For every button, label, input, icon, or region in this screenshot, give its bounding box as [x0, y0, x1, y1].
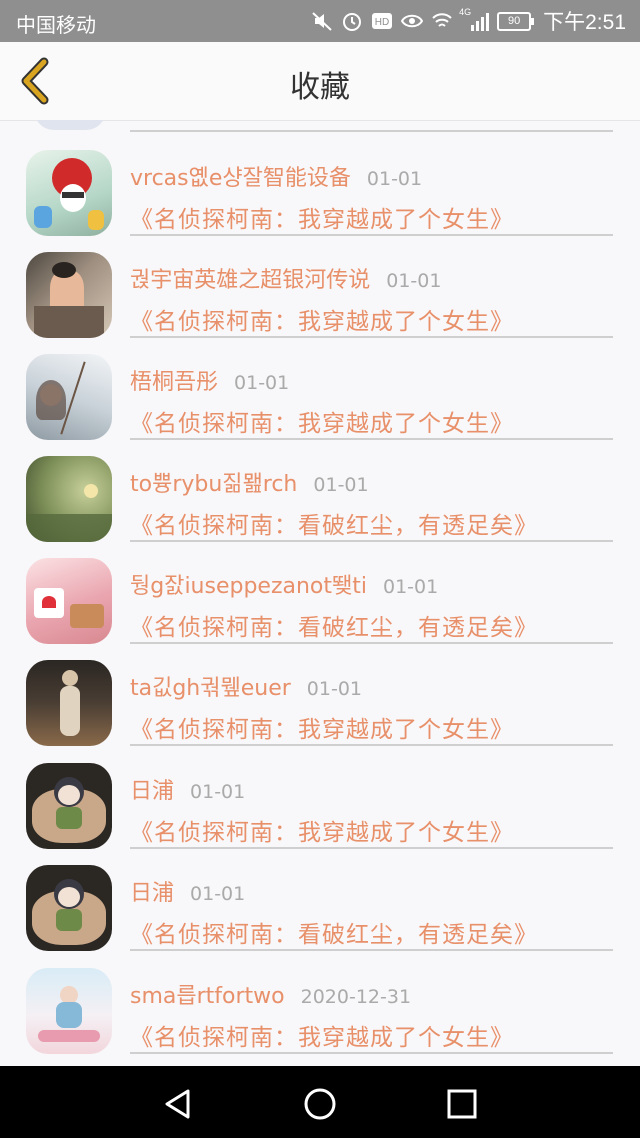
nav-recents-button[interactable]: [444, 1086, 480, 1122]
list-item[interactable]: 日浦 01-01 《名侦探柯南：我穿越成了个女生》: [0, 761, 640, 863]
date: 01-01: [306, 678, 363, 700]
divider: [130, 540, 613, 542]
favorite-header: 뒁g잜iuseppezanot뙞ti 01-01: [130, 568, 438, 600]
carrier-name: 中国移动: [16, 15, 96, 37]
favorite-header: 梧桐吾彤 01-01: [130, 364, 289, 396]
book-title[interactable]: 《名侦探柯南：我穿越成了个女生》: [130, 710, 514, 744]
avatar: [26, 252, 112, 338]
status-icons: HD 4G 90 下午2:51: [311, 6, 626, 36]
user-name: sma릅rtfortwo: [130, 984, 285, 1009]
svg-text:HD: HD: [375, 17, 389, 28]
avatar: [26, 558, 112, 644]
favorites-list[interactable]: vrcas옚e샹잘智能设备 01-01 《名侦探柯南：我穿越成了个女生》 궍宇宙英…: [0, 120, 640, 1066]
favorite-header: 궍宇宙英雄之超银河传说 01-01: [130, 262, 441, 294]
network-type-label: 4G: [459, 7, 472, 17]
book-title[interactable]: 《名侦探柯南：我穿越成了个女生》: [130, 200, 514, 234]
avatar: [26, 763, 112, 849]
divider: [130, 949, 613, 951]
book-title[interactable]: 《名侦探柯南：我穿越成了个女生》: [130, 404, 514, 438]
divider: [130, 438, 613, 440]
clock: 下午2:51: [543, 11, 626, 34]
divider: [130, 130, 613, 132]
recents-square-icon: [447, 1089, 477, 1119]
divider: [130, 847, 613, 849]
book-title[interactable]: 《名侦探柯南：我穿越成了个女生》: [130, 1018, 514, 1052]
user-name: 뒁g잜iuseppezanot뙞ti: [130, 574, 367, 599]
nav-back-button[interactable]: [160, 1086, 196, 1122]
avatar: [26, 456, 112, 542]
divider: [130, 744, 613, 746]
divider: [130, 1052, 613, 1054]
home-circle-icon: [304, 1088, 336, 1120]
list-item[interactable]: 日浦 01-01 《名侦探柯南：看破红尘，有透足矣》: [0, 863, 640, 965]
book-title[interactable]: 《名侦探柯南：我穿越成了个女生》: [130, 302, 514, 336]
book-title[interactable]: 《名侦探柯南：看破红尘，有透足矣》: [130, 608, 538, 642]
user-name: vrcas옚e샹잘智能设备: [130, 166, 351, 191]
date: 01-01: [383, 576, 439, 598]
date: 01-01: [234, 372, 290, 394]
status-bar: 中国移动 HD 4G 90 下午2:51: [0, 0, 640, 42]
list-item[interactable]: 궍宇宙英雄之超银河传说 01-01 《名侦探柯南：我穿越成了个女生》: [0, 250, 640, 352]
hd-icon: HD: [372, 13, 393, 29]
avatar: [26, 354, 112, 440]
top-app-bar: 收藏: [0, 42, 640, 121]
alarm-icon: [343, 13, 362, 31]
user-name: to쁑rybu짊뫮rch: [130, 472, 298, 497]
user-name: 日浦: [130, 881, 175, 906]
user-name: 日浦: [130, 779, 175, 804]
favorite-header: 日浦 01-01: [130, 875, 245, 907]
list-item[interactable]: ta깂gh궊뮆euer 01-01 《名侦探柯南：我穿越成了个女生》: [0, 658, 640, 760]
system-nav-bar: [0, 1066, 640, 1138]
battery-icon: 90: [497, 11, 535, 31]
book-title[interactable]: 《名侦探柯南：看破红尘，有透足矣》: [130, 506, 538, 540]
date: 01-01: [366, 168, 423, 190]
avatar: [26, 660, 112, 746]
book-title[interactable]: 《名侦探柯南：看破红尘，有透足矣》: [130, 915, 538, 949]
divider: [130, 642, 613, 644]
date: 01-01: [386, 270, 442, 292]
date: 01-01: [313, 474, 369, 496]
date: 01-01: [190, 781, 246, 803]
user-name: 梧桐吾彤: [130, 370, 219, 395]
favorite-header: 日浦 01-01: [130, 773, 245, 805]
divider: [130, 234, 613, 236]
avatar: [26, 968, 112, 1054]
favorite-header: ta깂gh궊뮆euer 01-01: [130, 670, 362, 702]
favorite-header: vrcas옚e샹잘智能设备 01-01: [130, 160, 422, 192]
favorite-header: sma릅rtfortwo 2020-12-31: [130, 978, 411, 1010]
nav-home-button[interactable]: [302, 1086, 338, 1122]
signal-icon: 4G: [459, 7, 490, 31]
list-item[interactable]: sma릅rtfortwo 2020-12-31 《名侦探柯南：我穿越成了个女生》: [0, 966, 640, 1066]
list-item[interactable]: to쁑rybu짊뫮rch 01-01 《名侦探柯南：看破红尘，有透足矣》: [0, 454, 640, 556]
list-item[interactable]: 뒁g잜iuseppezanot뙞ti 01-01 《名侦探柯南：看破红尘，有透足矣…: [0, 556, 640, 658]
list-item[interactable]: vrcas옚e샹잘智能设备 01-01 《名侦探柯南：我穿越成了个女生》: [0, 148, 640, 250]
user-name: 궍宇宙英雄之超银河传说: [130, 268, 371, 293]
divider: [130, 336, 613, 338]
date: 2020-12-31: [300, 986, 412, 1008]
mute-icon: [312, 12, 332, 31]
wifi-icon: [432, 13, 452, 27]
favorite-header: to쁑rybu짊뫮rch 01-01: [130, 466, 369, 498]
back-triangle-icon: [165, 1089, 190, 1119]
book-title[interactable]: 《名侦探柯南：我穿越成了个女生》: [130, 813, 514, 847]
date: 01-01: [190, 883, 246, 905]
avatar: [26, 865, 112, 951]
page-title: 收藏: [290, 70, 350, 105]
user-name: ta깂gh궊뮆euer: [130, 676, 291, 701]
list-item[interactable]: 梧桐吾彤 01-01 《名侦探柯南：我穿越成了个女生》: [0, 352, 640, 454]
list-item-partial: [0, 120, 640, 132]
avatar: [26, 150, 112, 236]
avatar: [34, 120, 106, 130]
eye-icon: [401, 14, 424, 28]
